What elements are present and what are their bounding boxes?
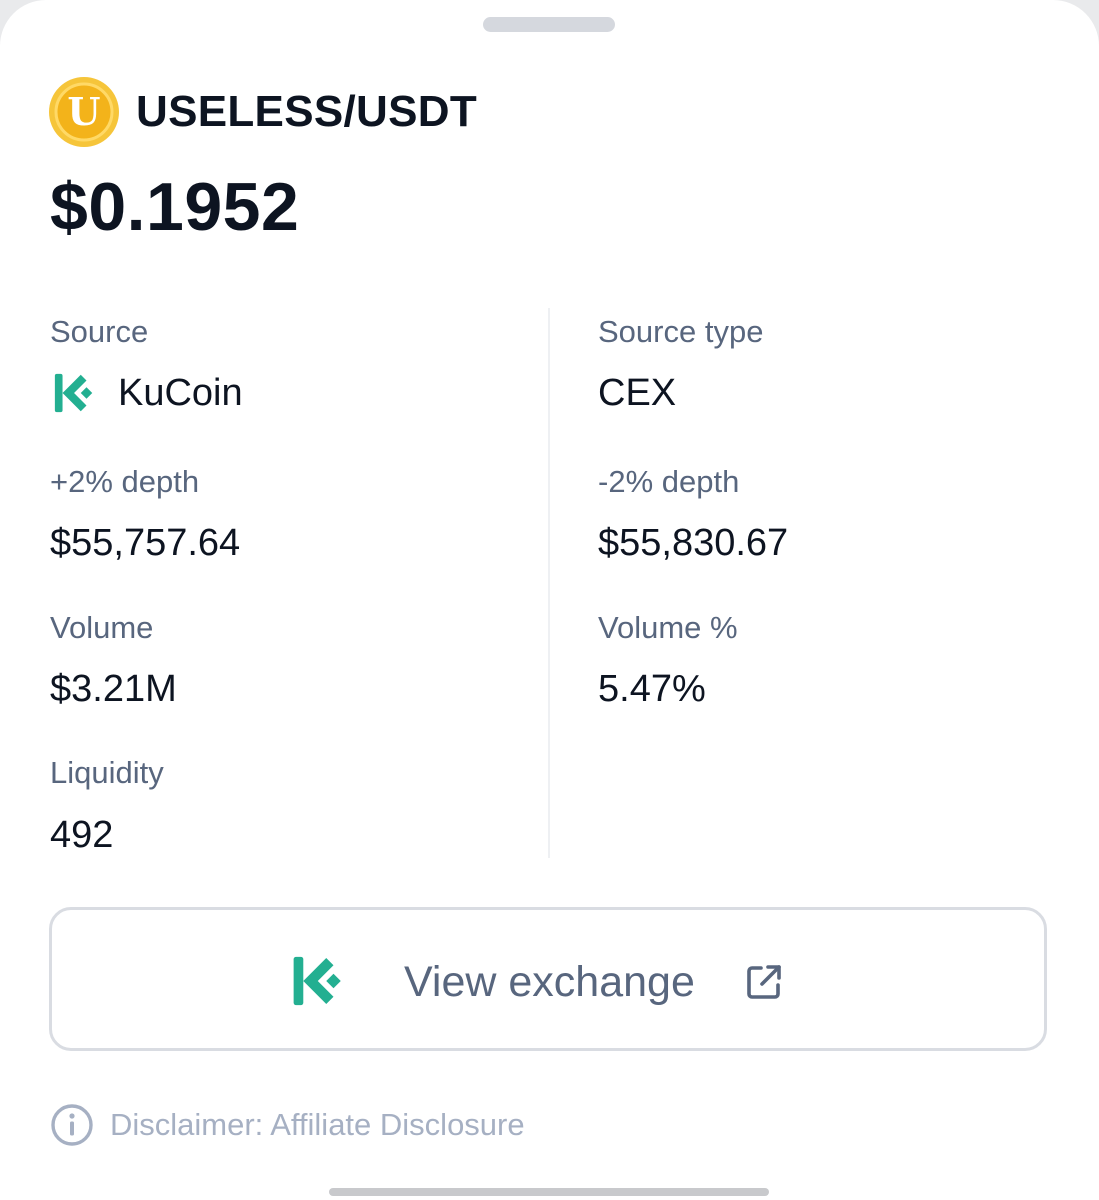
source-label: Source [50, 314, 149, 349]
liquidity-value: 492 [50, 814, 114, 856]
useless-coin-icon: U [49, 77, 119, 147]
liquidity-label: Liquidity [50, 755, 164, 790]
plus-depth-label: +2% depth [50, 464, 200, 499]
volume-label: Volume [50, 610, 154, 645]
source-type-value: CEX [598, 372, 677, 414]
column-divider [548, 308, 550, 858]
home-indicator [329, 1188, 769, 1196]
external-link-icon [747, 965, 781, 999]
source-type-label: Source type [598, 314, 764, 349]
pair-title: USELESS/USDT [136, 87, 477, 136]
drag-handle[interactable] [483, 17, 615, 32]
volume-pct-value: 5.47% [598, 668, 706, 710]
kucoin-logo-icon [54, 373, 93, 413]
volume-pct-label: Volume % [598, 610, 738, 645]
exchange-detail-sheet: U USELESS/USDT $0.1952 Source KuCoin +2%… [0, 0, 1099, 1200]
plus-depth-value: $55,757.64 [50, 522, 241, 564]
minus-depth-value: $55,830.67 [598, 522, 789, 564]
current-price: $0.1952 [50, 169, 300, 245]
pair-header: U USELESS/USDT [48, 74, 477, 150]
kucoin-logo-icon [293, 956, 341, 1006]
view-exchange-button[interactable]: View exchange [49, 907, 1047, 1051]
view-exchange-label: View exchange [404, 958, 695, 1006]
info-icon [51, 1104, 93, 1146]
volume-value: $3.21M [50, 668, 177, 710]
minus-depth-label: -2% depth [598, 464, 740, 499]
coin-letter: U [67, 89, 100, 134]
source-name: KuCoin [118, 371, 243, 414]
source-value: KuCoin [52, 370, 243, 416]
disclaimer-text: Disclaimer: Affiliate Disclosure [110, 1107, 525, 1142]
affiliate-disclaimer-link[interactable]: Disclaimer: Affiliate Disclosure [50, 1103, 525, 1147]
